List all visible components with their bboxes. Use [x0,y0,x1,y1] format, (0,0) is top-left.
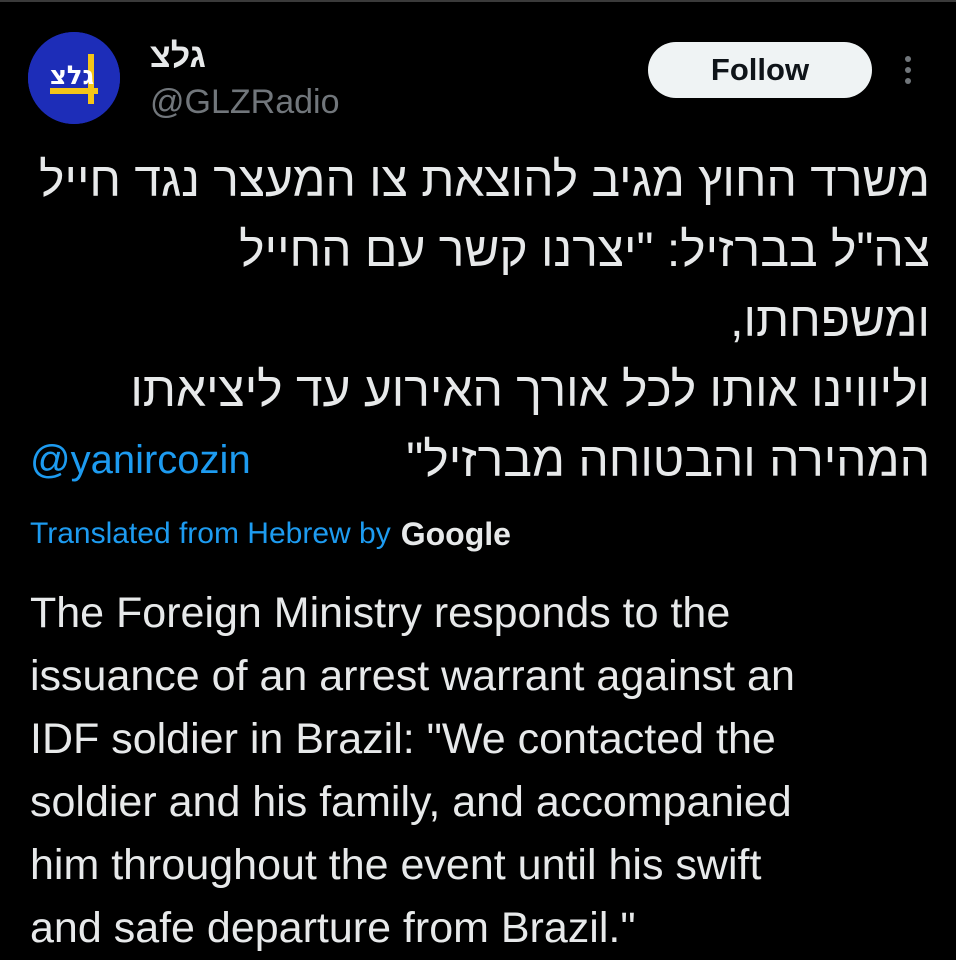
translation-attribution: Translated from Hebrew by Google [30,512,511,556]
google-logo: Google [400,515,511,552]
author-handle[interactable]: @GLZRadio [150,82,339,122]
more-vertical-icon[interactable] [896,54,920,86]
glz-logo-icon: גלצ [28,32,120,124]
top-divider [0,0,956,2]
follow-button[interactable]: Follow [648,42,872,98]
tweet-text-translation: The Foreign Ministry responds to the iss… [30,589,795,952]
avatar[interactable]: גלצ [28,32,120,124]
avatar-logo-text: גלצ [50,61,94,91]
mention-link[interactable]: @yanircozin [30,434,251,486]
translated-from-link[interactable]: Translated from Hebrew by [30,517,391,551]
author-display-name[interactable]: גלצ [150,36,206,76]
